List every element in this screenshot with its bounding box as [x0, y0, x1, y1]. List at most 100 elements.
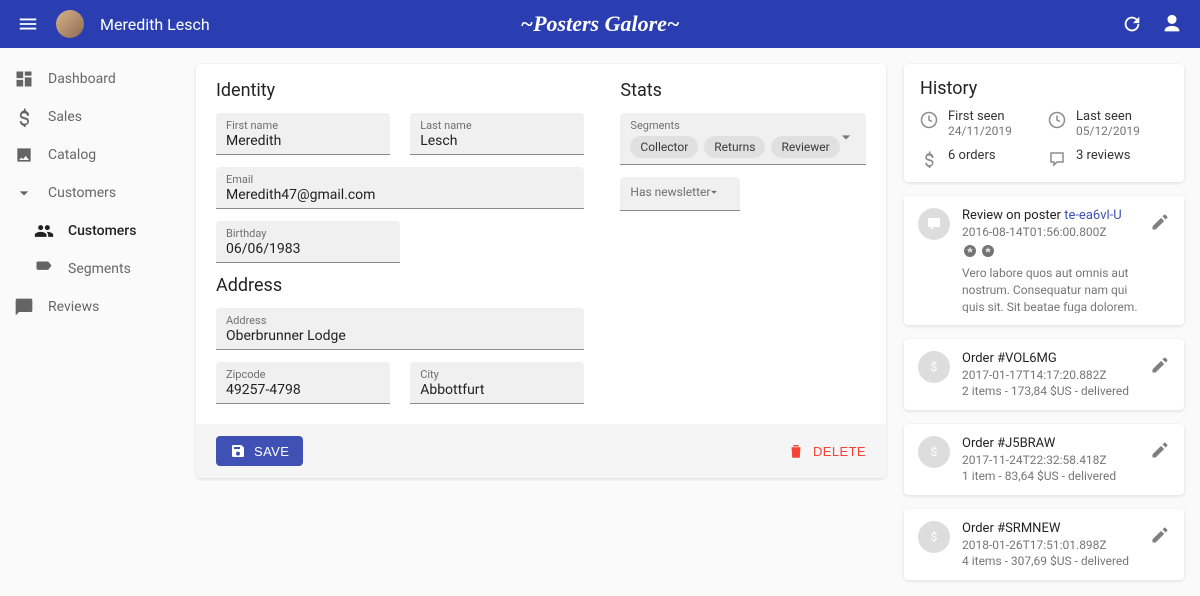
button-label: SAVE [254, 444, 289, 459]
hist-label: First seen [948, 109, 1012, 124]
svg-text:$: $ [931, 360, 938, 374]
field-label: City [420, 368, 574, 381]
field-value: 49257-4798 [226, 381, 380, 398]
clock-icon [920, 111, 938, 129]
orders-count[interactable]: 6 orders [920, 148, 1040, 168]
refresh-icon[interactable] [1120, 12, 1144, 36]
account-icon[interactable] [1160, 12, 1184, 36]
review-avatar-icon [918, 208, 950, 240]
svg-text:$: $ [931, 445, 938, 459]
username: Meredith Lesch [100, 15, 210, 34]
star-icon [962, 243, 978, 259]
form-toolbar: SAVE DELETE [196, 424, 886, 478]
chat-icon [14, 297, 34, 317]
order-avatar-icon: $ [918, 436, 950, 468]
event-title: Review on poster te-ea6vl-U [962, 208, 1138, 223]
event-meta: 1 item - 83,64 $US - delivered [962, 469, 1138, 483]
aside: History First seen 24/11/2019 Last seen [904, 64, 1184, 580]
history-event-review: Review on poster te-ea6vl-U 2016-08-14T0… [904, 196, 1184, 325]
event-title: Order #J5BRAW [962, 436, 1138, 451]
edit-icon[interactable] [1150, 525, 1170, 545]
field-label: Address [226, 314, 574, 327]
address-field[interactable]: Address Oberbrunner Lodge [216, 308, 584, 350]
event-title: Order #VOL6MG [962, 351, 1138, 366]
sidebar-item-customers-list[interactable]: Customers [0, 212, 180, 250]
sidebar-item-customers[interactable]: Customers [0, 174, 180, 212]
segment-chip[interactable]: Collector [630, 136, 698, 158]
sidebar-item-reviews[interactable]: Reviews [0, 288, 180, 326]
button-label: DELETE [813, 444, 866, 459]
event-time: 2018-01-26T17:51:01.898Z [962, 538, 1138, 552]
edit-icon[interactable] [1150, 440, 1170, 460]
field-label: Segments [630, 119, 856, 132]
dollar-icon [920, 150, 938, 168]
sidebar-item-label: Customers [68, 223, 136, 239]
history-event-order: $ Order #J5BRAW 2017-11-24T22:32:58.418Z… [904, 424, 1184, 495]
field-value: Abbottfurt [420, 381, 574, 398]
order-avatar-icon: $ [918, 521, 950, 553]
sidebar-item-catalog[interactable]: Catalog [0, 136, 180, 174]
segment-chip[interactable]: Returns [704, 136, 765, 158]
tag-icon [34, 259, 54, 279]
field-label: Email [226, 173, 574, 186]
order-avatar-icon: $ [918, 351, 950, 383]
sidebar-item-sales[interactable]: Sales [0, 98, 180, 136]
event-time: 2017-11-24T22:32:58.418Z [962, 453, 1138, 467]
event-meta: 2 items - 173,84 $US - delivered [962, 384, 1138, 398]
history-event-order: $ Order #VOL6MG 2017-01-17T14:17:20.882Z… [904, 339, 1184, 410]
hamburger-menu-icon[interactable] [16, 12, 40, 36]
sidebar-nav: Dashboard Sales Catalog Customers Custom… [0, 48, 180, 596]
sidebar-item-segments[interactable]: Segments [0, 250, 180, 288]
history-summary-card: History First seen 24/11/2019 Last seen [904, 64, 1184, 182]
field-value: Meredith [226, 132, 380, 149]
avatar[interactable] [56, 10, 84, 38]
field-label: Last name [420, 119, 574, 132]
dollar-icon [14, 107, 34, 127]
history-event-order: $ Order #SRMNEW 2018-01-26T17:51:01.898Z… [904, 509, 1184, 580]
trash-icon [787, 442, 805, 460]
dashboard-icon [14, 69, 34, 89]
reviews-count[interactable]: 3 reviews [1048, 148, 1168, 168]
sidebar-item-dashboard[interactable]: Dashboard [0, 60, 180, 98]
field-label: Has newsletter [630, 185, 710, 199]
field-value: Lesch [420, 132, 574, 149]
zipcode-field[interactable]: Zipcode 49257-4798 [216, 362, 390, 404]
field-value: Meredith47@gmail.com [226, 186, 574, 203]
last-seen: Last seen 05/12/2019 [1048, 109, 1168, 138]
svg-text:$: $ [931, 530, 938, 544]
star-rating [962, 243, 1138, 259]
delete-button[interactable]: DELETE [787, 442, 866, 460]
sidebar-item-label: Sales [48, 109, 82, 125]
edit-icon[interactable] [1150, 355, 1170, 375]
address-title: Address [216, 275, 584, 296]
app-bar: Meredith Lesch ~Posters Galore~ [0, 0, 1200, 48]
sidebar-item-label: Reviews [48, 299, 99, 315]
email-field[interactable]: Email Meredith47@gmail.com [216, 167, 584, 209]
customer-form-card: Identity First name Meredith Last name L… [196, 64, 886, 478]
first-name-field[interactable]: First name Meredith [216, 113, 390, 155]
dropdown-arrow-icon [707, 185, 721, 199]
identity-title: Identity [216, 80, 584, 101]
poster-link[interactable]: te-ea6vl-U [1064, 208, 1122, 223]
hist-label: 3 reviews [1076, 148, 1130, 163]
segments-field[interactable]: Segments Collector Returns Reviewer [620, 113, 866, 165]
save-icon [230, 443, 246, 459]
hist-label: Last seen [1076, 109, 1140, 124]
segment-chip[interactable]: Reviewer [771, 136, 839, 158]
image-icon [14, 145, 34, 165]
event-title: Order #SRMNEW [962, 521, 1138, 536]
birthday-field[interactable]: Birthday 06/06/1983 [216, 221, 400, 263]
city-field[interactable]: City Abbottfurt [410, 362, 584, 404]
newsletter-field[interactable]: Has newsletter [620, 177, 740, 211]
stats-title: Stats [620, 80, 866, 101]
event-text: Vero labore quos aut omnis aut nostrum. … [962, 265, 1138, 313]
chevron-down-icon [14, 183, 34, 203]
edit-icon[interactable] [1150, 212, 1170, 232]
first-seen: First seen 24/11/2019 [920, 109, 1040, 138]
hist-value: 05/12/2019 [1076, 124, 1140, 138]
dropdown-arrow-icon [836, 127, 856, 151]
field-label: First name [226, 119, 380, 132]
last-name-field[interactable]: Last name Lesch [410, 113, 584, 155]
hist-value: 24/11/2019 [948, 124, 1012, 138]
save-button[interactable]: SAVE [216, 436, 303, 466]
